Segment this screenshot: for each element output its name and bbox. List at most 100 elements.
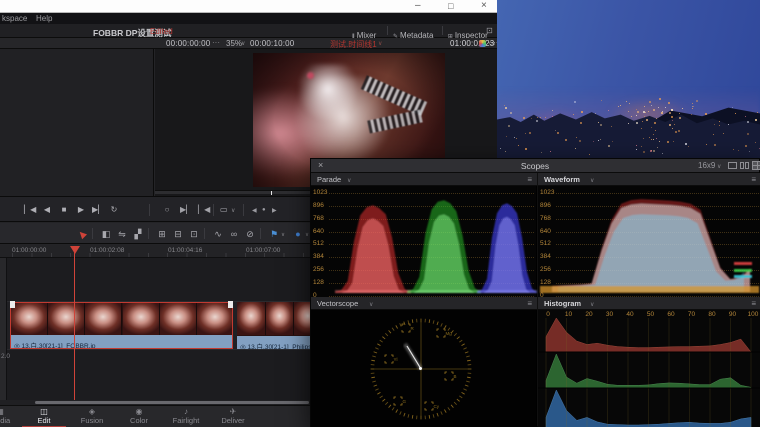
skip-forward-button[interactable]: ▶▏	[92, 205, 104, 214]
scopes-layout-dropdown[interactable]: 16x9	[696, 161, 717, 170]
curve-editor-button[interactable]: ∿	[212, 229, 224, 240]
city-light	[550, 151, 551, 152]
waveform-settings-icon[interactable]: ≡	[751, 175, 756, 184]
playhead-line[interactable]	[74, 252, 75, 400]
play-button[interactable]: ▶	[75, 205, 87, 214]
dynamic-trim-button[interactable]: ⇋	[116, 229, 128, 240]
inspector-button[interactable]: ⊞Inspector	[448, 25, 488, 37]
view-mode-button[interactable]: ▭	[220, 205, 228, 214]
city-light	[552, 110, 553, 111]
layout-dual-icon[interactable]	[740, 162, 744, 169]
parade-header[interactable]: Parade ∨ ≡	[311, 173, 537, 186]
layout-dual-icon-b[interactable]	[745, 162, 749, 169]
deliver-tab-icon: ✈	[211, 407, 255, 416]
city-light	[650, 150, 652, 152]
minimize-button[interactable]: –	[415, 0, 421, 12]
screen: – □ × kspace Help FOBBR DP设置测试 Edited ||…	[0, 0, 760, 427]
flag-caret-icon[interactable]: ∨	[281, 232, 285, 238]
insert-clip-button[interactable]: ⊞	[156, 229, 168, 240]
marker-button[interactable]: ●	[292, 229, 304, 239]
tab-media[interactable]: ▦Media	[0, 407, 22, 427]
waveform-header[interactable]: Waveform ∨ ≡	[538, 173, 760, 186]
vectorscope-settings-icon[interactable]: ≡	[527, 299, 532, 308]
skip-back-button[interactable]: ▏◀	[24, 205, 36, 214]
tab-color[interactable]: ◉Color	[117, 407, 161, 427]
jog-playhead[interactable]	[271, 191, 272, 195]
tab-fairlight[interactable]: ♪Fairlight	[164, 407, 208, 427]
city-light	[659, 98, 661, 100]
metadata-button[interactable]: ✎Metadata	[393, 25, 433, 37]
timeline-clip[interactable]: ◎ 13.白.30[21-1]_FOBBR.jp	[10, 302, 233, 349]
city-night-photo	[497, 0, 760, 158]
city-light	[576, 137, 577, 138]
mark-in-button[interactable]: ▶▏	[180, 205, 192, 214]
layout-single-icon[interactable]	[728, 162, 737, 169]
grade-palette-icon[interactable]	[479, 40, 486, 47]
histogram-settings-icon[interactable]: ≡	[751, 299, 756, 308]
menubar: kspace Help	[0, 13, 497, 24]
city-light	[595, 113, 596, 114]
flag-button[interactable]: ⚑	[268, 229, 280, 240]
clip-trim-handle-left[interactable]	[10, 301, 15, 308]
menu-help[interactable]: Help	[36, 14, 52, 23]
mixer-button[interactable]: |||Mixer	[352, 25, 376, 37]
media-tab-icon: ▦	[0, 407, 22, 416]
scopes-titlebar[interactable]: × Scopes 16x9 ∨	[311, 159, 759, 173]
hscrollbar-thumb[interactable]	[35, 401, 309, 404]
loop-button[interactable]: ↻	[108, 205, 120, 214]
layout-quad-icon[interactable]	[752, 161, 760, 170]
match-frame-button[interactable]: ○	[161, 205, 173, 214]
maximize-button[interactable]: □	[448, 0, 453, 13]
step-back-button[interactable]: ◀	[41, 205, 53, 214]
position-lock-button[interactable]: ⊘	[244, 229, 256, 240]
city-light	[668, 102, 670, 104]
timeline-caret-icon[interactable]: ∨	[378, 40, 382, 47]
tab-fusion[interactable]: ◈Fusion	[70, 407, 114, 427]
separator	[149, 204, 150, 216]
clip-duration[interactable]: 00:00:10:00	[250, 39, 294, 48]
city-light	[644, 116, 645, 117]
stop-button[interactable]: ■	[58, 205, 70, 214]
mark-out-button[interactable]: ▏◀	[198, 205, 210, 214]
tab-edit[interactable]: ◫Edit	[22, 407, 66, 427]
city-light	[505, 107, 507, 109]
fairlight-tab-label: Fairlight	[164, 416, 208, 425]
clip-trim-handle-right[interactable]	[228, 301, 233, 308]
histogram-header[interactable]: Histogram ∨ ≡	[538, 297, 760, 310]
link-clips-button[interactable]: ∞	[228, 229, 240, 239]
replace-clip-button[interactable]: ⊡	[188, 229, 200, 240]
scopes-window-title: Scopes	[311, 161, 759, 171]
city-light	[653, 109, 655, 111]
marker-caret-icon[interactable]: ∨	[305, 232, 309, 238]
viewer-bar: 00:00:00:00 ··· 35% ∨ 00:00:10:00 测试.时间线…	[0, 38, 497, 49]
parade-settings-icon[interactable]: ≡	[527, 175, 532, 184]
clip-thumbnail	[85, 303, 122, 336]
vectorscope-header[interactable]: Vectorscope ∨ ≡	[311, 297, 537, 310]
parade-caret-icon[interactable]: ∨	[347, 177, 351, 184]
selection-tool-button[interactable]: ▶	[74, 226, 90, 242]
tab-deliver[interactable]: ✈Deliver	[211, 407, 255, 427]
city-light	[662, 153, 663, 154]
city-light	[651, 127, 652, 128]
clip-thumbnail	[11, 303, 48, 336]
scopes-layout-caret-icon[interactable]: ∨	[717, 163, 721, 170]
blade-edit-button[interactable]: ▞	[132, 229, 144, 240]
source-timecode[interactable]: 00:00:00:00	[166, 39, 210, 48]
zoom-caret-icon[interactable]: ∨	[241, 40, 245, 47]
view-mode-caret-icon[interactable]: ∨	[231, 207, 235, 214]
vectorscope-caret-icon[interactable]: ∨	[369, 301, 373, 308]
waveform-caret-icon[interactable]: ∨	[590, 177, 594, 184]
overwrite-clip-button[interactable]: ⊟	[172, 229, 184, 240]
nudge-right-button[interactable]: ▶	[272, 207, 277, 214]
close-button[interactable]: ×	[481, 0, 487, 12]
svg-text:B: B	[454, 374, 457, 379]
zoom-level[interactable]: 35%	[226, 39, 242, 48]
histogram-caret-icon[interactable]: ∨	[590, 301, 594, 308]
nudge-left-button[interactable]: ◀	[252, 207, 257, 214]
separator	[204, 228, 205, 239]
trim-edit-mode-button[interactable]: ◧	[100, 229, 112, 240]
panel-toggle-icon[interactable]: ⊡	[486, 26, 493, 35]
menu-workspace[interactable]: kspace	[2, 14, 27, 23]
overflow-menu-icon[interactable]: ···	[212, 38, 220, 47]
position-dot-button[interactable]: ●	[262, 207, 266, 213]
